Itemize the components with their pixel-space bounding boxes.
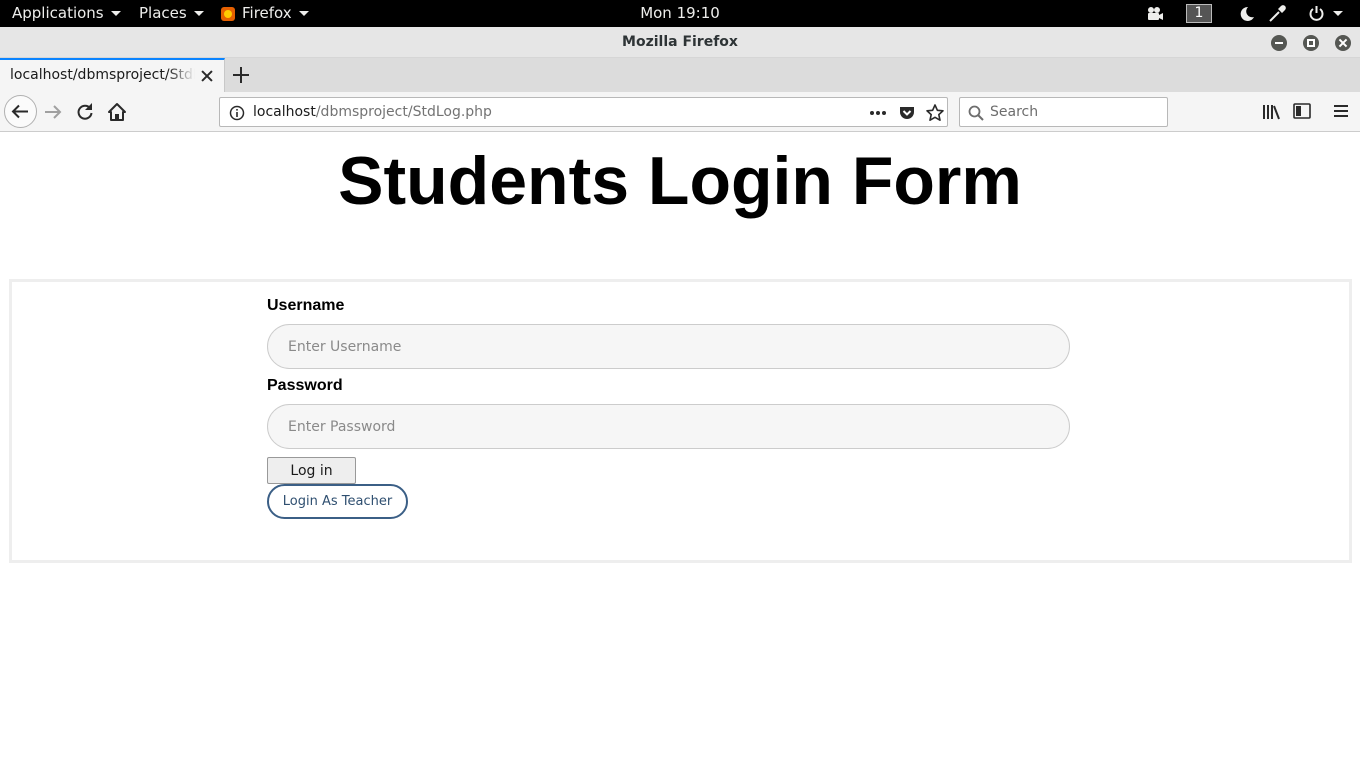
home-button[interactable] [107, 102, 127, 122]
chevron-down-icon [1333, 11, 1343, 16]
url-bar[interactable]: localhost/dbmsproject/StdLog.php [219, 97, 948, 127]
applications-menu-label: Applications [12, 4, 104, 22]
window-title: Mozilla Firefox [622, 34, 738, 50]
places-menu-label: Places [139, 4, 187, 22]
firefox-icon [221, 6, 235, 21]
system-top-bar: Applications Places Firefox Mon 19:10 1 [0, 0, 1360, 27]
applications-menu[interactable]: Applications [12, 0, 121, 27]
reload-icon [77, 103, 93, 120]
maximize-button[interactable] [1303, 35, 1319, 51]
page-actions-icon[interactable] [869, 110, 887, 116]
bookmark-star-icon[interactable] [925, 103, 945, 123]
back-button[interactable] [4, 95, 37, 128]
system-menu[interactable] [1308, 4, 1343, 23]
firefox-app-menu[interactable]: Firefox [221, 0, 309, 27]
new-tab-button[interactable] [231, 65, 251, 85]
page-heading: Students Login Form [338, 143, 1022, 219]
navigation-toolbar: localhost/dbmsproject/StdLog.php Search [0, 92, 1360, 132]
workspace-indicator[interactable]: 1 [1186, 4, 1212, 23]
workspace-number: 1 [1186, 4, 1212, 23]
username-label: Username [267, 297, 345, 314]
library-icon[interactable] [1261, 103, 1281, 121]
minimize-button[interactable] [1271, 35, 1287, 51]
chevron-down-icon [110, 11, 121, 16]
password-label: Password [267, 377, 343, 394]
login-as-teacher-button[interactable]: Login As Teacher [267, 484, 408, 519]
color-picker-icon[interactable] [1268, 4, 1286, 23]
power-icon [1309, 6, 1324, 21]
reload-button[interactable] [75, 102, 95, 122]
night-light-icon[interactable] [1239, 4, 1255, 23]
tab-stdlog[interactable]: localhost/dbmsproject/StdLog.php [0, 58, 225, 92]
password-input[interactable] [267, 404, 1070, 449]
tab-strip: localhost/dbmsproject/StdLog.php [0, 58, 1360, 92]
arrow-left-icon [11, 104, 28, 119]
video-camera-icon[interactable] [1146, 4, 1164, 23]
close-tab-icon[interactable] [200, 69, 214, 83]
home-icon [108, 103, 126, 121]
url-text: localhost/dbmsproject/StdLog.php [253, 104, 492, 120]
url-host: localhost [253, 104, 316, 120]
search-bar[interactable]: Search [959, 97, 1168, 127]
tab-label: localhost/dbmsproject/StdLog.php [10, 67, 195, 83]
hamburger-menu-icon[interactable] [1332, 103, 1350, 119]
chevron-down-icon [298, 11, 309, 16]
forward-button[interactable] [43, 102, 63, 122]
search-placeholder: Search [990, 104, 1039, 120]
username-input[interactable] [267, 324, 1070, 369]
firefox-app-menu-label: Firefox [242, 4, 292, 22]
places-menu[interactable]: Places [139, 0, 204, 27]
info-icon[interactable] [229, 105, 245, 121]
url-path: /dbmsproject/StdLog.php [315, 104, 492, 120]
window-title-bar: Mozilla Firefox [0, 27, 1360, 58]
login-button[interactable]: Log in [267, 457, 356, 484]
search-icon [968, 105, 984, 121]
chevron-down-icon [193, 11, 204, 16]
sidebar-icon[interactable] [1293, 103, 1311, 119]
close-window-button[interactable] [1335, 35, 1351, 51]
pocket-icon[interactable] [898, 104, 916, 122]
clock[interactable]: Mon 19:10 [640, 4, 720, 22]
arrow-right-icon [45, 105, 62, 119]
